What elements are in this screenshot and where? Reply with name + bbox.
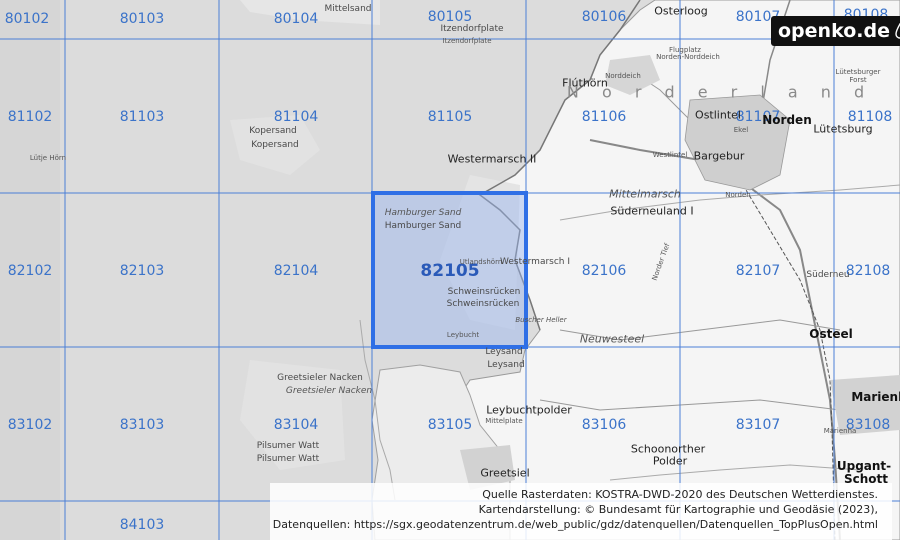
place-label: Westermarsch II [447,152,537,166]
grid-label-81105: 81105 [427,109,473,125]
place-label: Utlandshörn [459,258,503,266]
place-label: Leybucht [446,331,480,339]
place-label: N o r d e r l a n d [566,82,874,102]
place-label: Lütetsburger [835,68,881,76]
place-label: Pilsumer Watt [256,454,320,464]
grid-label-80105: 80105 [427,9,473,25]
place-label: Ekel [733,126,749,134]
place-label: Leybuchtpolder [486,403,572,417]
place-label: Neuwesteel [579,332,645,346]
place-label: Marienha [823,427,857,435]
place-label: Forst [849,76,867,84]
attribution-line[interactable]: Datenquellen: https://sgx.geodatenzentru… [270,517,892,532]
place-label: Norden [762,113,812,127]
place-label: Leysand [485,347,523,357]
place-label: Schweinsrücken [447,287,521,297]
grid-label-82102: 82102 [7,263,53,279]
grid-label-80102: 80102 [4,11,50,27]
grid-label-82107: 82107 [735,263,781,279]
place-label: Greetsieler Nacken [285,386,373,396]
place-label: Itzendorfplate [440,24,504,34]
place-label: Buscher Heller [515,316,567,324]
place-label: Süderneu [806,270,850,280]
place-label: Norden-Norddeich [656,53,720,61]
grid-label-84103: 84103 [119,517,165,533]
place-label: Kopersand [251,140,299,150]
place-label: Osteel [809,327,853,341]
place-label: Pilsumer Watt [256,441,320,451]
place-label: Lütetsburg [813,122,873,136]
grid-label-80106: 80106 [581,9,627,25]
grid-label-82103: 82103 [119,263,165,279]
place-label: Westermarsch I [499,257,571,267]
place-label: Upgant- [836,459,892,473]
place-label: Norddeich [605,72,641,80]
place-label: Süderneuland I [610,204,694,218]
grid-label-83106: 83106 [581,417,627,433]
place-label: Polder [652,454,688,468]
grid-label-83103: 83103 [119,417,165,433]
grid-label-83107: 83107 [735,417,781,433]
map-view[interactable]: 80102 80103 80104 80105 80106 80107 8010… [0,0,900,540]
openko-logo[interactable]: openko.de [771,16,900,46]
grid-label-83102: 83102 [7,417,53,433]
grid-label-81104: 81104 [273,109,319,125]
grid-label-80104: 80104 [273,11,319,27]
place-label: Mittelsand [324,4,372,14]
grid-label-81102: 81102 [7,109,53,125]
grid-label-80103: 80103 [119,11,165,27]
place-label: Westlintel [652,151,688,159]
place-label: Norden [725,191,751,199]
attribution-box: Quelle Rasterdaten: KOSTRA-DWD-2020 des … [270,483,892,540]
place-label: Osterloog [654,4,708,18]
place-label: Bargebur [693,149,745,163]
attribution-line: Quelle Rasterdaten: KOSTRA-DWD-2020 des … [482,488,878,501]
grid-label-81103: 81103 [119,109,165,125]
grid-label-82108: 82108 [845,263,891,279]
grid-label-83105: 83105 [427,417,473,433]
place-label: Schweinsrücken [446,299,520,309]
place-label: Itzendorfplate [442,37,492,45]
place-label: Ostlintel [695,108,741,122]
place-label: Greetsieler Nacken [277,373,363,383]
place-label: Kopersand [249,126,297,136]
place-label: Leysand [487,360,525,370]
attribution-line: Kartendarstellung: © Bundesamt für Karto… [478,503,878,516]
place-label: Hamburger Sand [384,221,462,231]
grid-label-82106: 82106 [581,263,627,279]
place-label: Marienh [851,390,900,404]
place-label: Mittelmarsch [609,187,681,201]
grid-label-82104: 82104 [273,263,319,279]
raindrop-icon [895,23,900,39]
grid-label-81106: 81106 [581,109,627,125]
place-label: Mittelplate [485,417,523,425]
place-label: Greetsiel [480,466,530,480]
grid-label-83104: 83104 [273,417,319,433]
place-label: Lütje Hörn [29,154,67,162]
logo-text: openko.de [778,20,890,42]
place-label: Hamburger Sand [384,208,462,218]
